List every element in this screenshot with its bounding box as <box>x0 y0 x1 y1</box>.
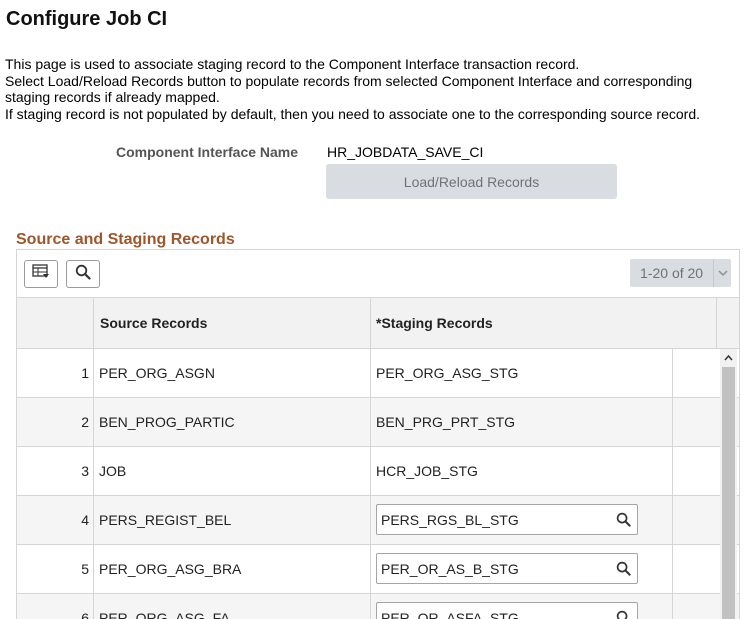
staging-record-input[interactable]: PER_OR_AS_B_STG <box>377 561 609 577</box>
records-grid: 1-20 of 20 Source Records *Staging Recor… <box>16 249 740 619</box>
staging-record-input[interactable]: PERS_RGS_BL_STG <box>377 512 609 528</box>
row-number: 5 <box>17 545 89 593</box>
description-line: If staging record is not populated by de… <box>5 106 750 123</box>
grid-personalize-icon <box>32 264 50 285</box>
scroll-thumb[interactable] <box>722 367 735 619</box>
table-row: 1 PER_ORG_ASGN PER_ORG_ASG_STG <box>17 349 739 398</box>
row-number: 2 <box>17 398 89 446</box>
description-line: Select Load/Reload Records button to pop… <box>5 73 750 90</box>
staging-record-field[interactable]: PER_OR_AS_B_STG <box>376 553 638 584</box>
row-number: 3 <box>17 447 89 495</box>
chevron-down-icon <box>718 264 728 282</box>
search-icon <box>75 264 91 285</box>
row-number: 4 <box>17 496 89 544</box>
column-header-source-records[interactable]: Source Records <box>100 298 207 348</box>
description-line: staging records if already mapped. <box>5 89 750 106</box>
column-header-staging-records[interactable]: *Staging Records <box>376 298 493 348</box>
staging-record: HCR_JOB_STG <box>376 447 478 495</box>
pager-dropdown-arrow[interactable] <box>713 259 731 287</box>
lookup-search-icon[interactable] <box>609 505 637 534</box>
staging-record-field[interactable]: PER_OR_ASFA_STG <box>376 602 638 619</box>
source-record: PERS_REGIST_BEL <box>99 496 231 544</box>
ci-name-value: HR_JOBDATA_SAVE_CI <box>327 144 483 160</box>
page-description: This page is used to associate staging r… <box>5 56 750 122</box>
table-row: 6 PER_ORG_ASG_FA PER_OR_ASFA_STG <box>17 594 739 619</box>
staging-record-field[interactable]: PERS_RGS_BL_STG <box>376 504 638 535</box>
grid-scrollbar[interactable] <box>720 349 737 619</box>
lookup-search-icon[interactable] <box>609 603 637 619</box>
staging-record: BEN_PRG_PRT_STG <box>376 398 515 446</box>
table-row: 2 BEN_PROG_PARTIC BEN_PRG_PRT_STG <box>17 398 739 447</box>
pagination-dropdown[interactable]: 1-20 of 20 <box>630 259 731 287</box>
staging-record: PER_ORG_ASG_STG <box>376 349 518 397</box>
source-record: PER_ORG_ASGN <box>99 349 215 397</box>
load-reload-records-button[interactable]: Load/Reload Records <box>326 164 617 199</box>
find-button[interactable] <box>66 260 100 288</box>
lookup-search-icon[interactable] <box>609 554 637 583</box>
table-row: 5 PER_ORG_ASG_BRA PER_OR_AS_B_STG <box>17 545 739 594</box>
page-title: Configure Job CI <box>6 8 167 31</box>
personalize-grid-button[interactable] <box>24 260 58 288</box>
grid-header-row: Source Records *Staging Records <box>17 297 739 349</box>
section-title: Source and Staging Records <box>16 231 235 249</box>
table-row: 3 JOB HCR_JOB_STG <box>17 447 739 496</box>
source-record: BEN_PROG_PARTIC <box>99 398 235 446</box>
ci-name-label: Component Interface Name <box>116 144 298 160</box>
row-number: 1 <box>17 349 89 397</box>
description-line: This page is used to associate staging r… <box>5 56 750 73</box>
source-record: PER_ORG_ASG_FA <box>99 594 230 619</box>
pager-text: 1-20 of 20 <box>630 265 713 281</box>
row-number: 6 <box>17 594 89 619</box>
source-record: JOB <box>99 447 126 495</box>
scroll-up-arrow-icon[interactable] <box>720 349 737 366</box>
table-row: 4 PERS_REGIST_BEL PERS_RGS_BL_STG <box>17 496 739 545</box>
source-record: PER_ORG_ASG_BRA <box>99 545 241 593</box>
